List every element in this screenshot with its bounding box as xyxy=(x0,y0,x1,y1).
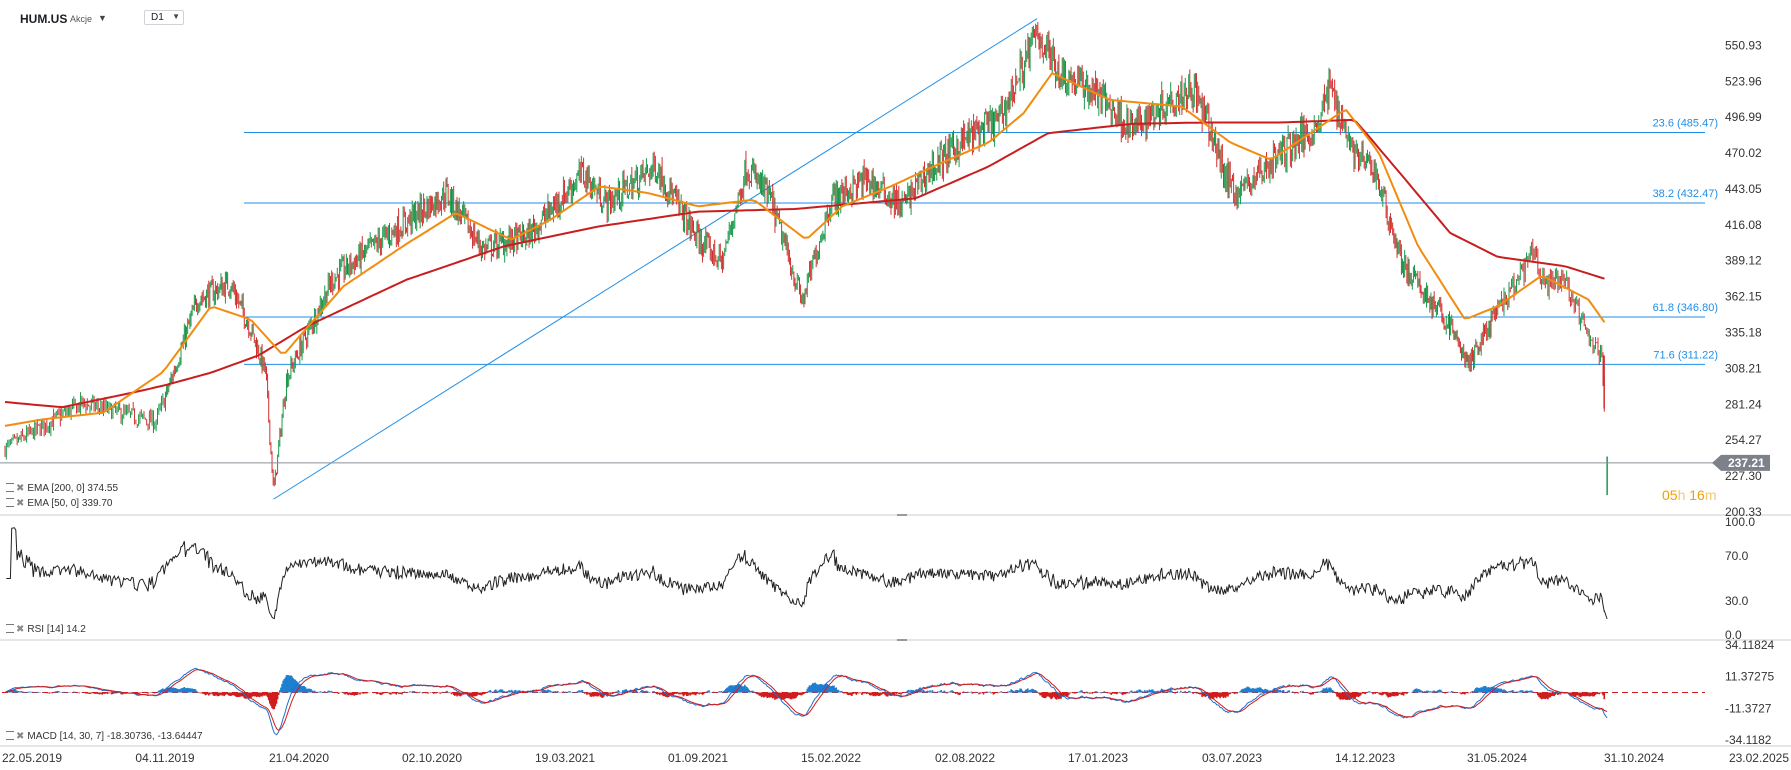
x-axis-tick-label: 19.03.2021 xyxy=(535,751,595,765)
x-axis-tick-label: 02.10.2020 xyxy=(402,751,462,765)
rsi-axis-tick-label: 30.0 xyxy=(1725,594,1749,608)
macd-axis-tick-label: 34.11824 xyxy=(1725,638,1774,652)
pane-resize-handle[interactable] xyxy=(897,514,907,516)
countdown-minutes-unit: m xyxy=(1704,487,1717,503)
settings-icon[interactable] xyxy=(6,482,14,492)
price-axis-tick-label: 335.18 xyxy=(1725,326,1762,340)
price-axis-tick-label: 227.30 xyxy=(1725,469,1762,483)
fib-level-label: 71.6 (311.22) xyxy=(1653,349,1718,361)
chart-canvas[interactable]: 23.6 (485.47) 38.2 (432.47) 61.8 (346.80) 7… xyxy=(0,0,1791,770)
close-icon[interactable]: ✖ xyxy=(16,731,24,742)
macd-axis-tick-label: 11.37275 xyxy=(1725,670,1774,684)
settings-icon[interactable] xyxy=(6,730,14,740)
x-axis-tick-label: 15.02.2022 xyxy=(801,751,861,765)
legend-rsi[interactable]: ✖ RSI [14] 14.2 xyxy=(6,623,86,635)
price-axis-tick-label: 362.15 xyxy=(1725,290,1762,304)
timeframe-value: D1 xyxy=(151,12,164,23)
price-axis-tick-label: 443.05 xyxy=(1725,182,1762,196)
symbol-dropdown-icon[interactable]: ▼ xyxy=(98,13,107,23)
x-axis-tick-label: 31.10.2024 xyxy=(1604,751,1664,765)
x-axis-tick-label: 17.01.2023 xyxy=(1068,751,1128,765)
chart-toolbar: HUM.US Akcje ▼ D1 ▼ xyxy=(0,0,1791,30)
symbol-label[interactable]: HUM.US xyxy=(20,12,67,26)
macd-axis-tick-label: -34.1182 xyxy=(1725,733,1772,747)
chevron-down-icon: ▼ xyxy=(172,12,180,21)
countdown-hours: 05 xyxy=(1662,487,1678,503)
price-axis-tick-label: 470.02 xyxy=(1725,146,1762,160)
legend-rsi-label: RSI [14] 14.2 xyxy=(27,624,86,635)
legend-macd-label: MACD [14, 30, 7] -18.30736, -13.64447 xyxy=(27,731,203,742)
price-axis-tick-label: 281.24 xyxy=(1725,397,1762,411)
x-axis-tick-label: 23.02.2025 xyxy=(1729,751,1789,765)
macd-axis-tick-label: -11.3727 xyxy=(1725,701,1772,715)
candle-countdown: 05h 16m xyxy=(1662,487,1717,503)
rsi-axis-tick-label: 70.0 xyxy=(1725,549,1749,563)
fib-level-label: 61.8 (346.80) xyxy=(1653,302,1718,314)
price-axis-tick-label: 389.12 xyxy=(1725,254,1762,268)
legend-ema50[interactable]: ✖ EMA [50, 0] 339.70 xyxy=(6,497,113,509)
price-axis-tick-label: 254.27 xyxy=(1725,433,1762,447)
price-axis-tick-label: 416.08 xyxy=(1725,218,1762,232)
x-axis-tick-label: 04.11.2019 xyxy=(135,751,194,765)
timeframe-select[interactable]: D1 ▼ xyxy=(144,10,184,25)
price-axis-tick-label: 523.96 xyxy=(1725,74,1762,88)
rsi-axis-tick-label: 100.0 xyxy=(1725,515,1755,529)
x-axis-tick-label: 02.08.2022 xyxy=(935,751,995,765)
x-axis-tick-label: 14.12.2023 xyxy=(1335,751,1395,765)
countdown-hours-unit: h xyxy=(1677,487,1686,503)
close-icon[interactable]: ✖ xyxy=(16,624,24,635)
current-price-label: 237.21 xyxy=(1728,456,1765,470)
x-axis-tick-label: 03.07.2023 xyxy=(1202,751,1262,765)
fib-level-label: 23.6 (485.47) xyxy=(1653,118,1718,130)
x-axis-tick-label: 31.05.2024 xyxy=(1467,751,1527,765)
legend-ema200[interactable]: ✖ EMA [200, 0] 374.55 xyxy=(6,482,119,494)
price-axis-tick-label: 308.21 xyxy=(1725,361,1762,375)
legend-ema200-label: EMA [200, 0] 374.55 xyxy=(27,483,119,494)
close-icon[interactable]: ✖ xyxy=(16,498,24,509)
instrument-type-label: Akcje xyxy=(70,14,93,24)
settings-icon[interactable] xyxy=(6,497,14,507)
x-axis-tick-label: 01.09.2021 xyxy=(668,751,728,765)
x-axis-tick-label: 22.05.2019 xyxy=(2,751,62,765)
legend-ema50-label: EMA [50, 0] 339.70 xyxy=(27,498,113,509)
close-icon[interactable]: ✖ xyxy=(16,483,24,494)
price-axis-tick-label: 550.93 xyxy=(1725,38,1762,52)
countdown-minutes: 16 xyxy=(1689,487,1705,503)
x-axis-tick-label: 21.04.2020 xyxy=(269,751,329,765)
legend-macd[interactable]: ✖ MACD [14, 30, 7] -18.30736, -13.64447 xyxy=(6,730,203,742)
fib-level-label: 38.2 (432.47) xyxy=(1653,188,1718,200)
settings-icon[interactable] xyxy=(6,623,14,633)
price-axis-tick-label: 496.99 xyxy=(1725,110,1762,124)
pane-resize-handle[interactable] xyxy=(897,639,907,641)
